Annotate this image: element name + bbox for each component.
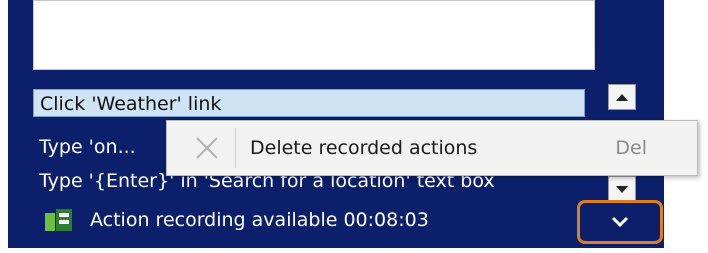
- context-menu: Delete recorded actions Del: [166, 120, 698, 176]
- delete-recorded-actions-menu-item[interactable]: Delete recorded actions: [250, 137, 477, 159]
- chevron-down-icon: [611, 216, 629, 228]
- action-recording-icon: [44, 207, 74, 233]
- scroll-down-icon: [616, 185, 628, 193]
- close-x-icon: [185, 126, 229, 170]
- scroll-down-button[interactable]: [608, 176, 636, 202]
- scroll-up-icon: [616, 93, 628, 101]
- menu-separator: [235, 128, 236, 168]
- recording-preview-area: [33, 0, 595, 70]
- list-item-click-weather[interactable]: Click 'Weather' link: [33, 89, 585, 117]
- shortcut-label: Del: [615, 137, 647, 159]
- recording-status-bar: Action recording available 00:08:03: [44, 202, 429, 238]
- expand-panel-button[interactable]: [577, 200, 663, 244]
- recording-status-text: Action recording available 00:08:03: [90, 209, 429, 231]
- scroll-up-button[interactable]: [608, 84, 636, 110]
